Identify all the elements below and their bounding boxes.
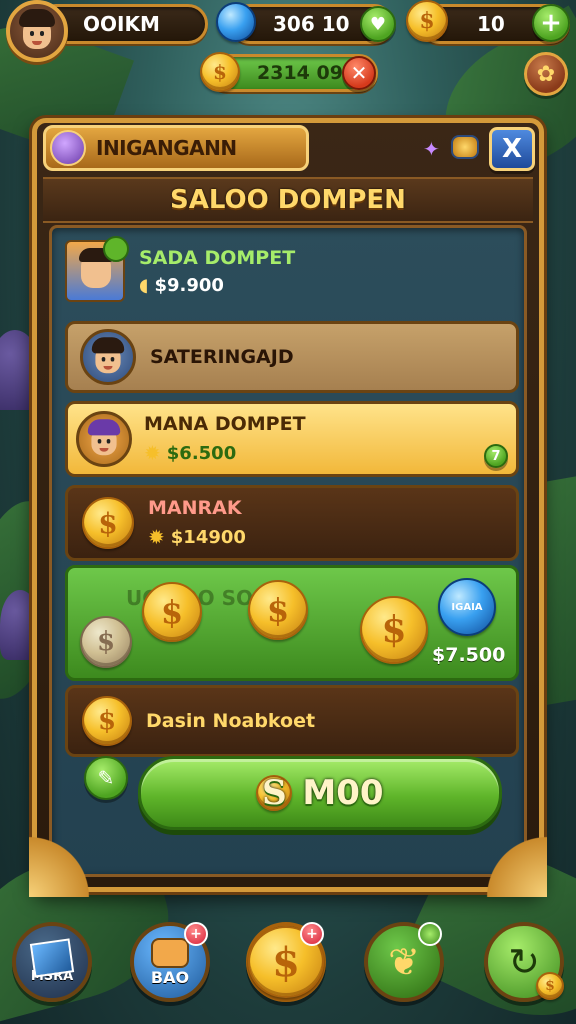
- notification-badge: [418, 922, 442, 946]
- row-title: MANRAK: [148, 497, 242, 519]
- row-amount: $6.500: [166, 442, 237, 464]
- row-amount: $14900: [170, 526, 246, 548]
- sparkle-icon: ✦: [423, 137, 440, 161]
- confirm-amount-button[interactable]: S M00: [138, 756, 502, 830]
- notification-badge: +: [184, 922, 208, 946]
- row-amount: $9.900: [154, 274, 224, 296]
- add-coins-button[interactable]: +: [532, 4, 570, 42]
- settings-gear-icon[interactable]: ✿: [524, 52, 568, 96]
- panel-tab: INIGANGANN: [43, 125, 309, 171]
- gem-icon: IGAIA: [438, 578, 496, 636]
- close-button[interactable]: X: [489, 127, 535, 171]
- nav-rewards-button[interactable]: ❦: [364, 922, 444, 1002]
- character-card-icon: [65, 236, 129, 302]
- notification-badge: +: [300, 922, 324, 946]
- edit-icon[interactable]: ✎: [84, 756, 128, 800]
- coin-icon: $: [248, 580, 308, 640]
- confirm-button-label: M00: [302, 773, 384, 813]
- list-item[interactable]: SADA DOMPET ◖ $9.900: [65, 235, 519, 307]
- portrait-icon: [80, 329, 136, 385]
- coin-icon: S: [256, 773, 293, 813]
- avatar-face-icon: [17, 9, 57, 53]
- panel-tab-title: INIGANGANN: [96, 136, 237, 160]
- panel-title: SALOO DOMPEN: [170, 185, 406, 215]
- refresh-icon: ↻: [508, 940, 540, 984]
- player-avatar[interactable]: [6, 0, 68, 62]
- row-title: Dasin Noabkoet: [146, 710, 316, 732]
- panel-title-bar: SALOO DOMPEN: [43, 177, 533, 223]
- reward-amount: $7.500: [432, 644, 506, 666]
- row-title: SATERINGAJD: [150, 346, 294, 368]
- add-gems-button[interactable]: ♥: [360, 6, 396, 42]
- nav-bag-button[interactable]: BAO +: [130, 922, 210, 1002]
- gear-coin-icon: ✹: [144, 441, 161, 465]
- coin-ring-icon: ◖: [139, 274, 149, 296]
- winged-emblem-icon: ❦: [388, 940, 420, 984]
- nav-refresh-button[interactable]: ↻ $: [484, 922, 564, 1002]
- coin-count: 10: [477, 12, 505, 36]
- coin-icon: $: [82, 696, 132, 746]
- chest-icon: [451, 135, 479, 159]
- row-title: SADA DOMPET: [139, 246, 296, 269]
- tab-emblem-icon: [50, 130, 86, 166]
- gem-count: 306 10: [273, 12, 350, 36]
- row-title: MANA DOMPET: [144, 413, 306, 435]
- close-icon: X: [501, 134, 523, 164]
- coin-icon: $: [80, 616, 132, 668]
- nav-shop-button[interactable]: $ +: [246, 922, 326, 1002]
- wallet-close-icon[interactable]: ✕: [342, 56, 376, 90]
- list-item[interactable]: SATERINGAJD: [65, 321, 519, 393]
- coin-icon: $: [406, 0, 448, 42]
- coin-reward-box[interactable]: UO SOO SO 00 $ $ $ $ IGAIA $7.500: [65, 565, 519, 681]
- map-icon: [29, 937, 75, 978]
- player-name: OOIKM: [83, 12, 160, 36]
- wallet-coin-icon: $: [200, 52, 240, 92]
- list-item[interactable]: $ MANRAK ✹ $14900: [65, 485, 519, 561]
- nav-label: BAO: [150, 967, 190, 987]
- gem-icon: [216, 2, 256, 42]
- coin-icon: $: [536, 972, 564, 1000]
- list-item-selected[interactable]: MANA DOMPET ✹ $6.500 7: [65, 401, 519, 477]
- coin-icon: $: [82, 497, 134, 549]
- coin-icon: $: [142, 582, 202, 642]
- bag-icon: [151, 937, 189, 968]
- row-badge: 7: [484, 444, 508, 468]
- portrait-icon: [76, 411, 132, 467]
- list-item[interactable]: $ Dasin Noabkoet: [65, 685, 519, 757]
- nav-map-button[interactable]: MSRA: [12, 922, 92, 1002]
- coin-icon: $: [360, 596, 428, 664]
- gear-coin-icon: ✹: [148, 525, 165, 549]
